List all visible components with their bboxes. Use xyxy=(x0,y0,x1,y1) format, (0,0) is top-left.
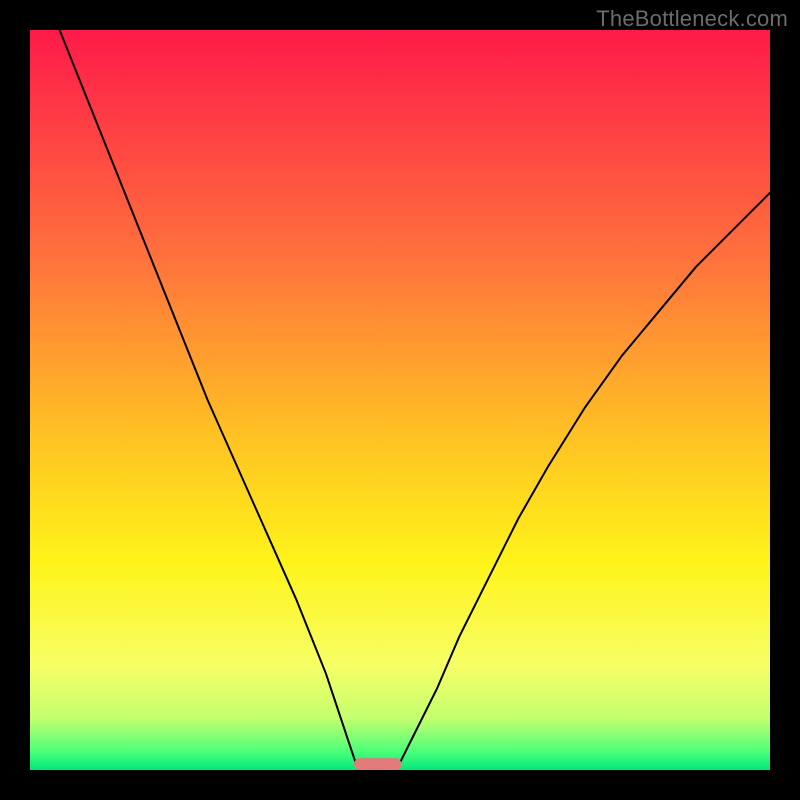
bottom-marker xyxy=(354,758,401,770)
outer-frame: TheBottleneck.com xyxy=(0,0,800,800)
chart-plot xyxy=(30,30,770,770)
gradient-rect xyxy=(30,30,770,770)
watermark-text: TheBottleneck.com xyxy=(596,6,788,32)
